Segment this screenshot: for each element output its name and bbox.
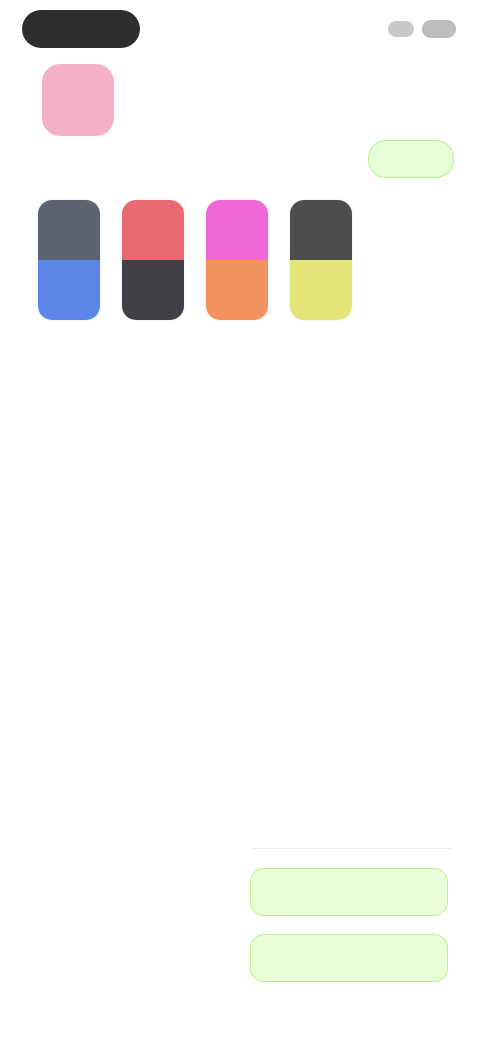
swatch-3-bottom <box>206 260 268 320</box>
swatch-1-top <box>38 200 100 260</box>
profile <box>42 64 182 144</box>
avatar[interactable] <box>42 64 114 136</box>
swatch-2-top <box>122 200 184 260</box>
signal-icon <box>388 21 414 37</box>
divider <box>252 848 452 849</box>
color-swatches <box>38 200 368 330</box>
swatch-4-bottom <box>290 260 352 320</box>
swatch-4-top <box>290 200 352 260</box>
primary-action-button[interactable] <box>250 868 448 916</box>
status-indicators <box>364 16 456 42</box>
secondary-action-button[interactable] <box>250 934 448 982</box>
swatch-2-bottom <box>122 260 184 320</box>
swatch-2[interactable] <box>122 200 184 320</box>
top-action-button[interactable] <box>368 140 454 178</box>
swatch-3[interactable] <box>206 200 268 320</box>
settings-list <box>38 358 308 386</box>
swatch-4[interactable] <box>290 200 352 320</box>
swatch-1[interactable] <box>38 200 100 320</box>
swatch-1-bottom <box>38 260 100 320</box>
battery-icon <box>422 20 456 38</box>
bottom-actions <box>250 868 450 1000</box>
swatch-3-top <box>206 200 268 260</box>
status-pill <box>22 10 140 48</box>
